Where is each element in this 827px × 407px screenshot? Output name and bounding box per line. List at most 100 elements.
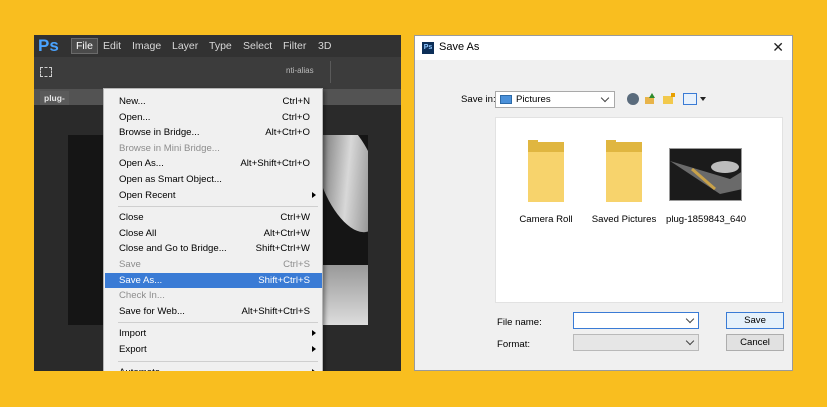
file-item-label: Camera Roll — [519, 214, 573, 225]
menu-item-label: Close and Go to Bridge... — [119, 243, 227, 255]
menu-item-check-in[interactable]: Check In... — [105, 288, 322, 303]
menu-item-save-for-web[interactable]: Save for Web... Alt+Shift+Ctrl+S — [105, 304, 322, 319]
up-folder-icon[interactable] — [644, 93, 656, 105]
submenu-arrow-icon — [312, 330, 316, 337]
file-name-input[interactable] — [573, 312, 699, 329]
menu-edit[interactable]: Edit — [99, 38, 125, 54]
save-in-value: Pictures — [516, 94, 551, 105]
dialog-titlebar[interactable]: Ps Save As ✕ — [415, 36, 792, 60]
menu-item-open-recent[interactable]: Open Recent — [105, 188, 322, 203]
menu-item-shortcut: Ctrl+W — [280, 212, 310, 224]
file-item-plug-image[interactable]: plug-1859843_640 — [666, 128, 746, 228]
menu-separator — [118, 360, 318, 362]
menu-item-browse-in-mini-bridge[interactable]: Browse in Mini Bridge... — [105, 141, 322, 156]
menu-item-close-and-go-to-bridge[interactable]: Close and Go to Bridge... Shift+Ctrl+W — [105, 241, 322, 256]
image-thumbnail — [669, 148, 742, 201]
menu-3d[interactable]: 3D — [314, 38, 335, 54]
menu-item-close-all[interactable]: Close All Alt+Ctrl+W — [105, 226, 322, 241]
menu-item-label: Browse in Bridge... — [119, 127, 200, 139]
menu-item-shortcut: Shift+Ctrl+W — [255, 243, 310, 255]
menu-item-label: Close — [119, 212, 144, 224]
photoshop-window: Ps File Edit Image Layer Type Select Fil… — [34, 35, 401, 371]
file-menu-dropdown: New... Ctrl+N Open... Ctrl+O Browse in Bridg… — [103, 88, 323, 371]
menu-item-shortcut: Alt+Shift+Ctrl+S — [241, 305, 310, 317]
menu-separator — [118, 322, 318, 324]
chevron-down-icon — [600, 93, 610, 103]
view-menu-arrow-icon[interactable] — [700, 97, 706, 101]
menu-item-label: Open... — [119, 111, 151, 123]
menu-item-label: New... — [119, 96, 146, 107]
photoshop-menubar: Ps File Edit Image Layer Type Select Fil… — [34, 35, 401, 57]
menu-item-shortcut: Ctrl+N — [282, 96, 310, 107]
photoshop-logo: Ps — [38, 36, 59, 55]
menu-layer[interactable]: Layer — [168, 38, 202, 54]
save-button[interactable]: Save — [726, 312, 784, 329]
menu-select[interactable]: Select — [239, 38, 276, 54]
menu-item-label: Automate — [119, 365, 160, 371]
menu-item-label: Browse in Mini Bridge... — [119, 142, 220, 154]
document-tab[interactable]: plug- — [40, 91, 69, 105]
menu-type[interactable]: Type — [205, 38, 236, 54]
menu-item-automate[interactable]: Automate — [105, 365, 322, 371]
dialog-body: Save in: Pictures Camera Roll Saved Pict… — [415, 60, 792, 370]
file-name-label: File name: — [497, 317, 542, 328]
menu-item-save-as[interactable]: Save As... Shift+Ctrl+S — [105, 272, 322, 288]
save-in-label: Save in: — [461, 94, 496, 105]
submenu-arrow-icon — [312, 368, 316, 371]
file-item-camera-roll[interactable]: Camera Roll — [506, 128, 586, 228]
menu-separator — [118, 206, 318, 208]
menu-item-label: Save As... — [119, 274, 163, 286]
submenu-arrow-icon — [312, 191, 316, 198]
menu-item-new[interactable]: New... Ctrl+N — [105, 94, 322, 109]
back-icon[interactable] — [627, 93, 639, 105]
menu-item-close[interactable]: Close Ctrl+W — [105, 210, 322, 225]
menu-item-label: Save — [119, 259, 141, 270]
anti-alias-option[interactable]: nti-alias — [286, 66, 314, 75]
menu-item-label: Close All — [119, 227, 157, 239]
menu-item-open-as[interactable]: Open As... Alt+Shift+Ctrl+O — [105, 156, 322, 171]
marquee-tool-icon[interactable] — [40, 67, 52, 77]
menu-filter[interactable]: Filter — [279, 38, 310, 54]
menu-image[interactable]: Image — [128, 38, 165, 54]
file-item-label: Saved Pictures — [591, 214, 657, 225]
file-list[interactable]: Camera Roll Saved Pictures plug-1859843_… — [495, 117, 783, 303]
folder-icon — [528, 140, 564, 202]
new-folder-icon[interactable] — [663, 93, 675, 105]
close-icon[interactable]: ✕ — [772, 39, 784, 56]
menu-item-export[interactable]: Export — [105, 342, 322, 357]
menu-file[interactable]: File — [71, 38, 98, 54]
save-as-dialog: Ps Save As ✕ Save in: Pictures Camera Ro… — [414, 35, 793, 371]
view-menu-icon[interactable] — [683, 93, 697, 105]
menu-item-shortcut: Alt+Shift+Ctrl+O — [240, 158, 310, 170]
format-label: Format: — [497, 339, 531, 350]
cancel-button[interactable]: Cancel — [726, 334, 784, 351]
photoshop-app-icon: Ps — [422, 42, 434, 54]
options-separator — [330, 61, 331, 83]
submenu-arrow-icon — [312, 346, 316, 352]
menu-item-label: Check In... — [119, 290, 165, 302]
menu-item-save[interactable]: Save Ctrl+S — [105, 257, 322, 272]
file-item-label: plug-1859843_640 — [666, 214, 747, 225]
menu-item-browse-in-bridge[interactable]: Browse in Bridge... Alt+Ctrl+O — [105, 125, 322, 140]
menu-item-shortcut: Alt+Ctrl+O — [265, 127, 310, 139]
menu-item-open[interactable]: Open... Ctrl+O — [105, 110, 322, 125]
file-item-saved-pictures[interactable]: Saved Pictures — [584, 128, 664, 228]
menu-item-shortcut: Alt+Ctrl+W — [263, 227, 310, 239]
folder-icon — [606, 140, 642, 202]
menu-item-label: Open Recent — [119, 189, 176, 201]
menu-item-shortcut: Ctrl+O — [282, 111, 310, 123]
menu-item-import[interactable]: Import — [105, 326, 322, 341]
menu-item-shortcut: Shift+Ctrl+S — [258, 274, 310, 286]
dialog-title: Save As — [439, 41, 480, 53]
menu-item-label: Save for Web... — [119, 305, 185, 317]
menu-item-label: Open As... — [119, 158, 164, 170]
format-dropdown[interactable] — [573, 334, 699, 351]
menu-item-label: Import — [119, 328, 147, 340]
menu-item-label: Open as Smart Object... — [119, 174, 222, 185]
menu-item-shortcut: Ctrl+S — [283, 259, 310, 270]
options-bar — [34, 57, 401, 89]
menu-item-label: Export — [119, 344, 147, 355]
save-in-dropdown[interactable]: Pictures — [495, 91, 615, 108]
menu-item-open-as-smart-object[interactable]: Open as Smart Object... — [105, 172, 322, 187]
pictures-folder-icon — [500, 95, 512, 104]
